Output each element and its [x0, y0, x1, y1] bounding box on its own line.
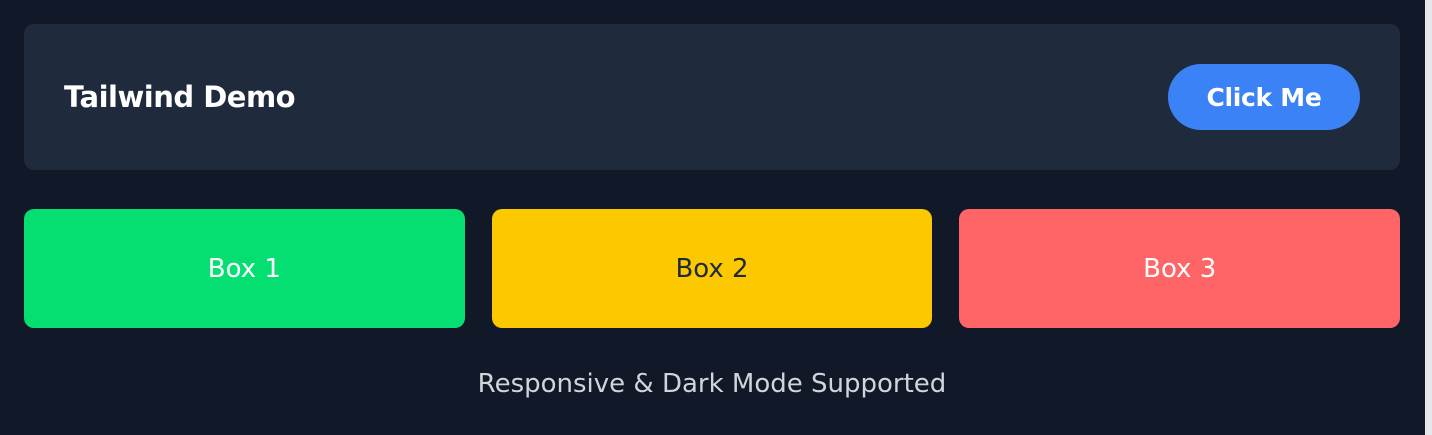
footer-text: Responsive & Dark Mode Supported	[477, 369, 947, 399]
app-container: Tailwind Demo Click Me Box 1 Box 2 Box 3…	[0, 0, 1425, 435]
boxes-row: Box 1 Box 2 Box 3	[24, 209, 1401, 328]
box-2: Box 2	[491, 209, 933, 328]
click-me-button[interactable]: Click Me	[1168, 64, 1360, 130]
box-1: Box 1	[24, 209, 465, 328]
header-card: Tailwind Demo Click Me	[24, 24, 1400, 170]
box-3: Box 3	[959, 209, 1401, 328]
vertical-scrollbar[interactable]	[1425, 0, 1432, 435]
page-title: Tailwind Demo	[64, 80, 296, 114]
